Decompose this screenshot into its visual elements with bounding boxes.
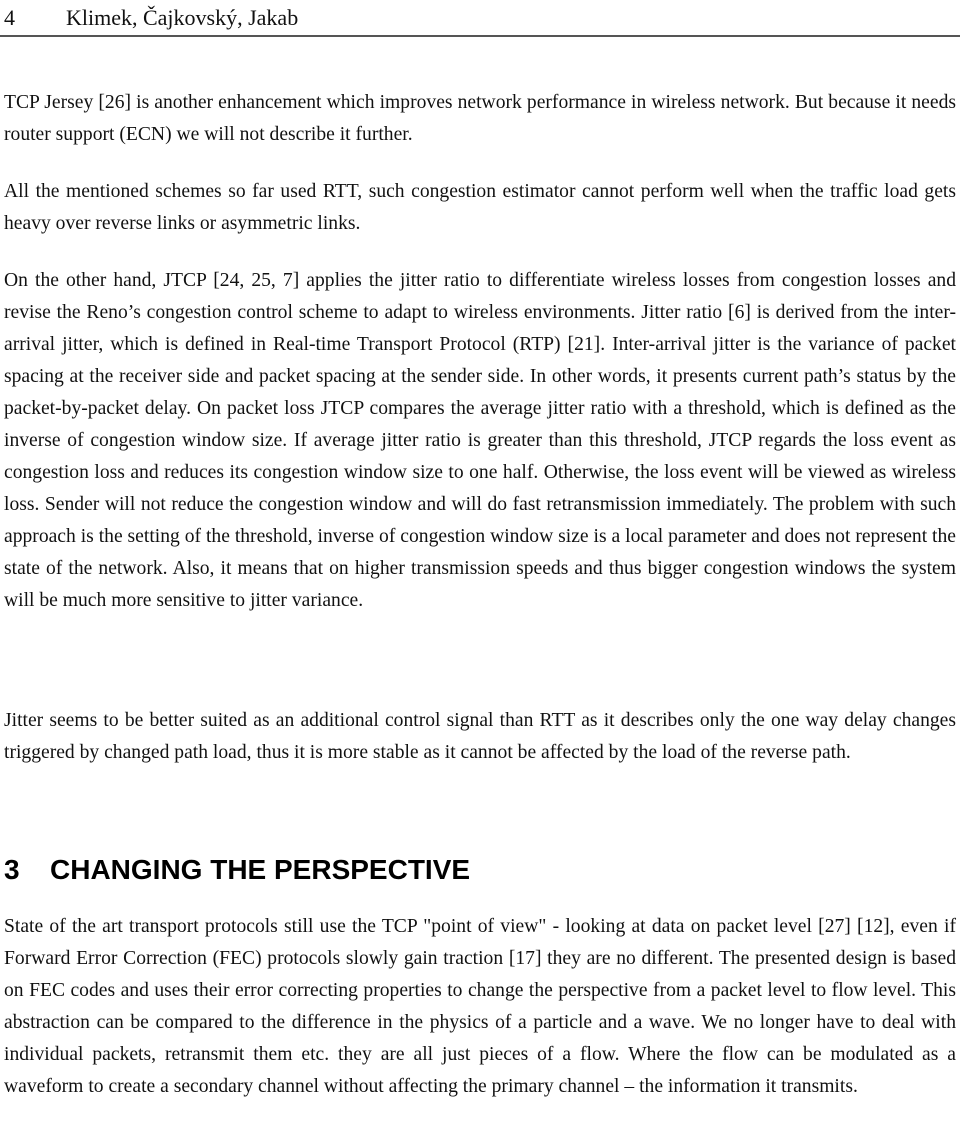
section-number: 3 [4,854,20,885]
paragraph-jtcp: On the other hand, JTCP [24, 25, 7] appl… [4,270,956,611]
header-rule [0,35,960,37]
running-header: 4 Klimek, Čajkovský, Jakab [4,2,960,34]
paragraph-rtt-schemes: All the mentioned schemes so far used RT… [4,181,956,234]
paragraph-jitter-suitability: Jitter seems to be better suited as an a… [4,710,956,763]
section-title: CHANGING THE PERSPECTIVE [50,854,471,885]
section-heading: 3 CHANGING THE PERSPECTIVE [4,850,470,890]
document-page: 4 Klimek, Čajkovský, Jakab TCP Jersey [2… [0,0,960,1133]
paragraph-tcp-jersey: TCP Jersey [26] is another enhancement w… [4,92,956,145]
paragraph-changing-perspective: State of the art transport protocols sti… [4,916,956,1097]
running-header-authors: Klimek, Čajkovský, Jakab [66,5,299,30]
page-number: 4 [4,5,15,30]
